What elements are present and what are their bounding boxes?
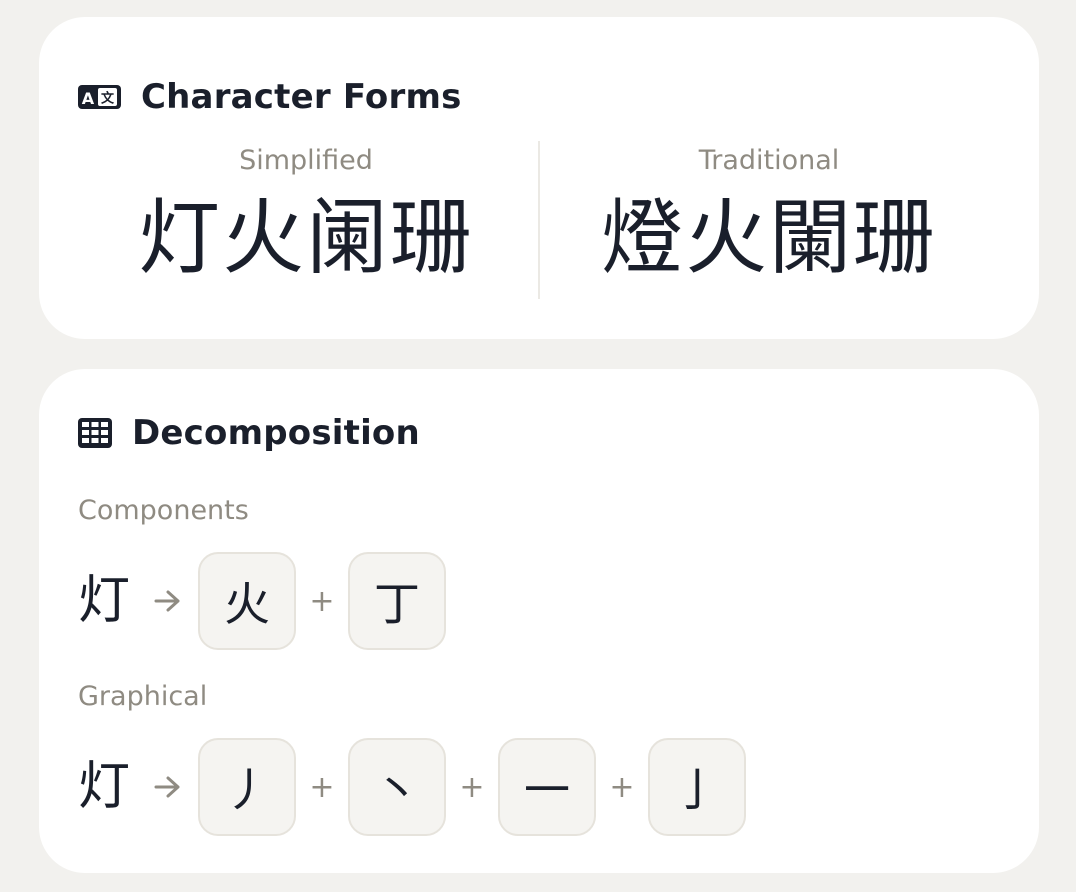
stroke-tile[interactable]: 亅 xyxy=(648,738,746,836)
translate-icon: A 文 xyxy=(78,82,121,112)
stroke-tile[interactable]: 一 xyxy=(498,738,596,836)
decomposition-header: Decomposition xyxy=(78,413,420,453)
components-source-char: 灯 xyxy=(78,571,131,631)
decomposition-title: Decomposition xyxy=(132,413,420,453)
component-tile[interactable]: 丁 xyxy=(348,552,446,650)
graphical-row: 灯 丿 + 丶 + 一 + 亅 xyxy=(78,738,746,836)
simplified-label: Simplified xyxy=(239,145,373,176)
traditional-column: Traditional 燈火闌珊 xyxy=(539,143,999,289)
plus-sign: + xyxy=(609,769,635,805)
stroke-tile[interactable]: 丿 xyxy=(198,738,296,836)
arrow-right-icon xyxy=(138,588,198,614)
character-forms-header: A 文 Character Forms xyxy=(78,77,462,117)
character-forms-card: A 文 Character Forms Simplified 灯火阑珊 Trad… xyxy=(39,17,1039,339)
svg-text:A: A xyxy=(82,89,95,108)
simplified-text: 灯火阑珊 xyxy=(137,191,474,286)
svg-text:文: 文 xyxy=(101,91,115,107)
simplified-column: Simplified 灯火阑珊 xyxy=(76,143,536,289)
arrow-right-icon xyxy=(138,774,198,800)
decomposition-card: Decomposition Components 灯 火 + 丁 Graphic… xyxy=(39,369,1039,873)
character-forms-title: Character Forms xyxy=(141,77,462,117)
traditional-text: 燈火闌珊 xyxy=(600,191,937,286)
grid-icon xyxy=(78,418,112,448)
graphical-source-char: 灯 xyxy=(78,757,131,817)
components-label: Components xyxy=(78,495,249,526)
graphical-label: Graphical xyxy=(78,681,208,712)
component-tile[interactable]: 火 xyxy=(198,552,296,650)
traditional-label: Traditional xyxy=(698,145,840,176)
plus-sign: + xyxy=(459,769,485,805)
plus-sign: + xyxy=(309,769,335,805)
plus-sign: + xyxy=(309,583,335,619)
stroke-tile[interactable]: 丶 xyxy=(348,738,446,836)
components-row: 灯 火 + 丁 xyxy=(78,552,446,650)
